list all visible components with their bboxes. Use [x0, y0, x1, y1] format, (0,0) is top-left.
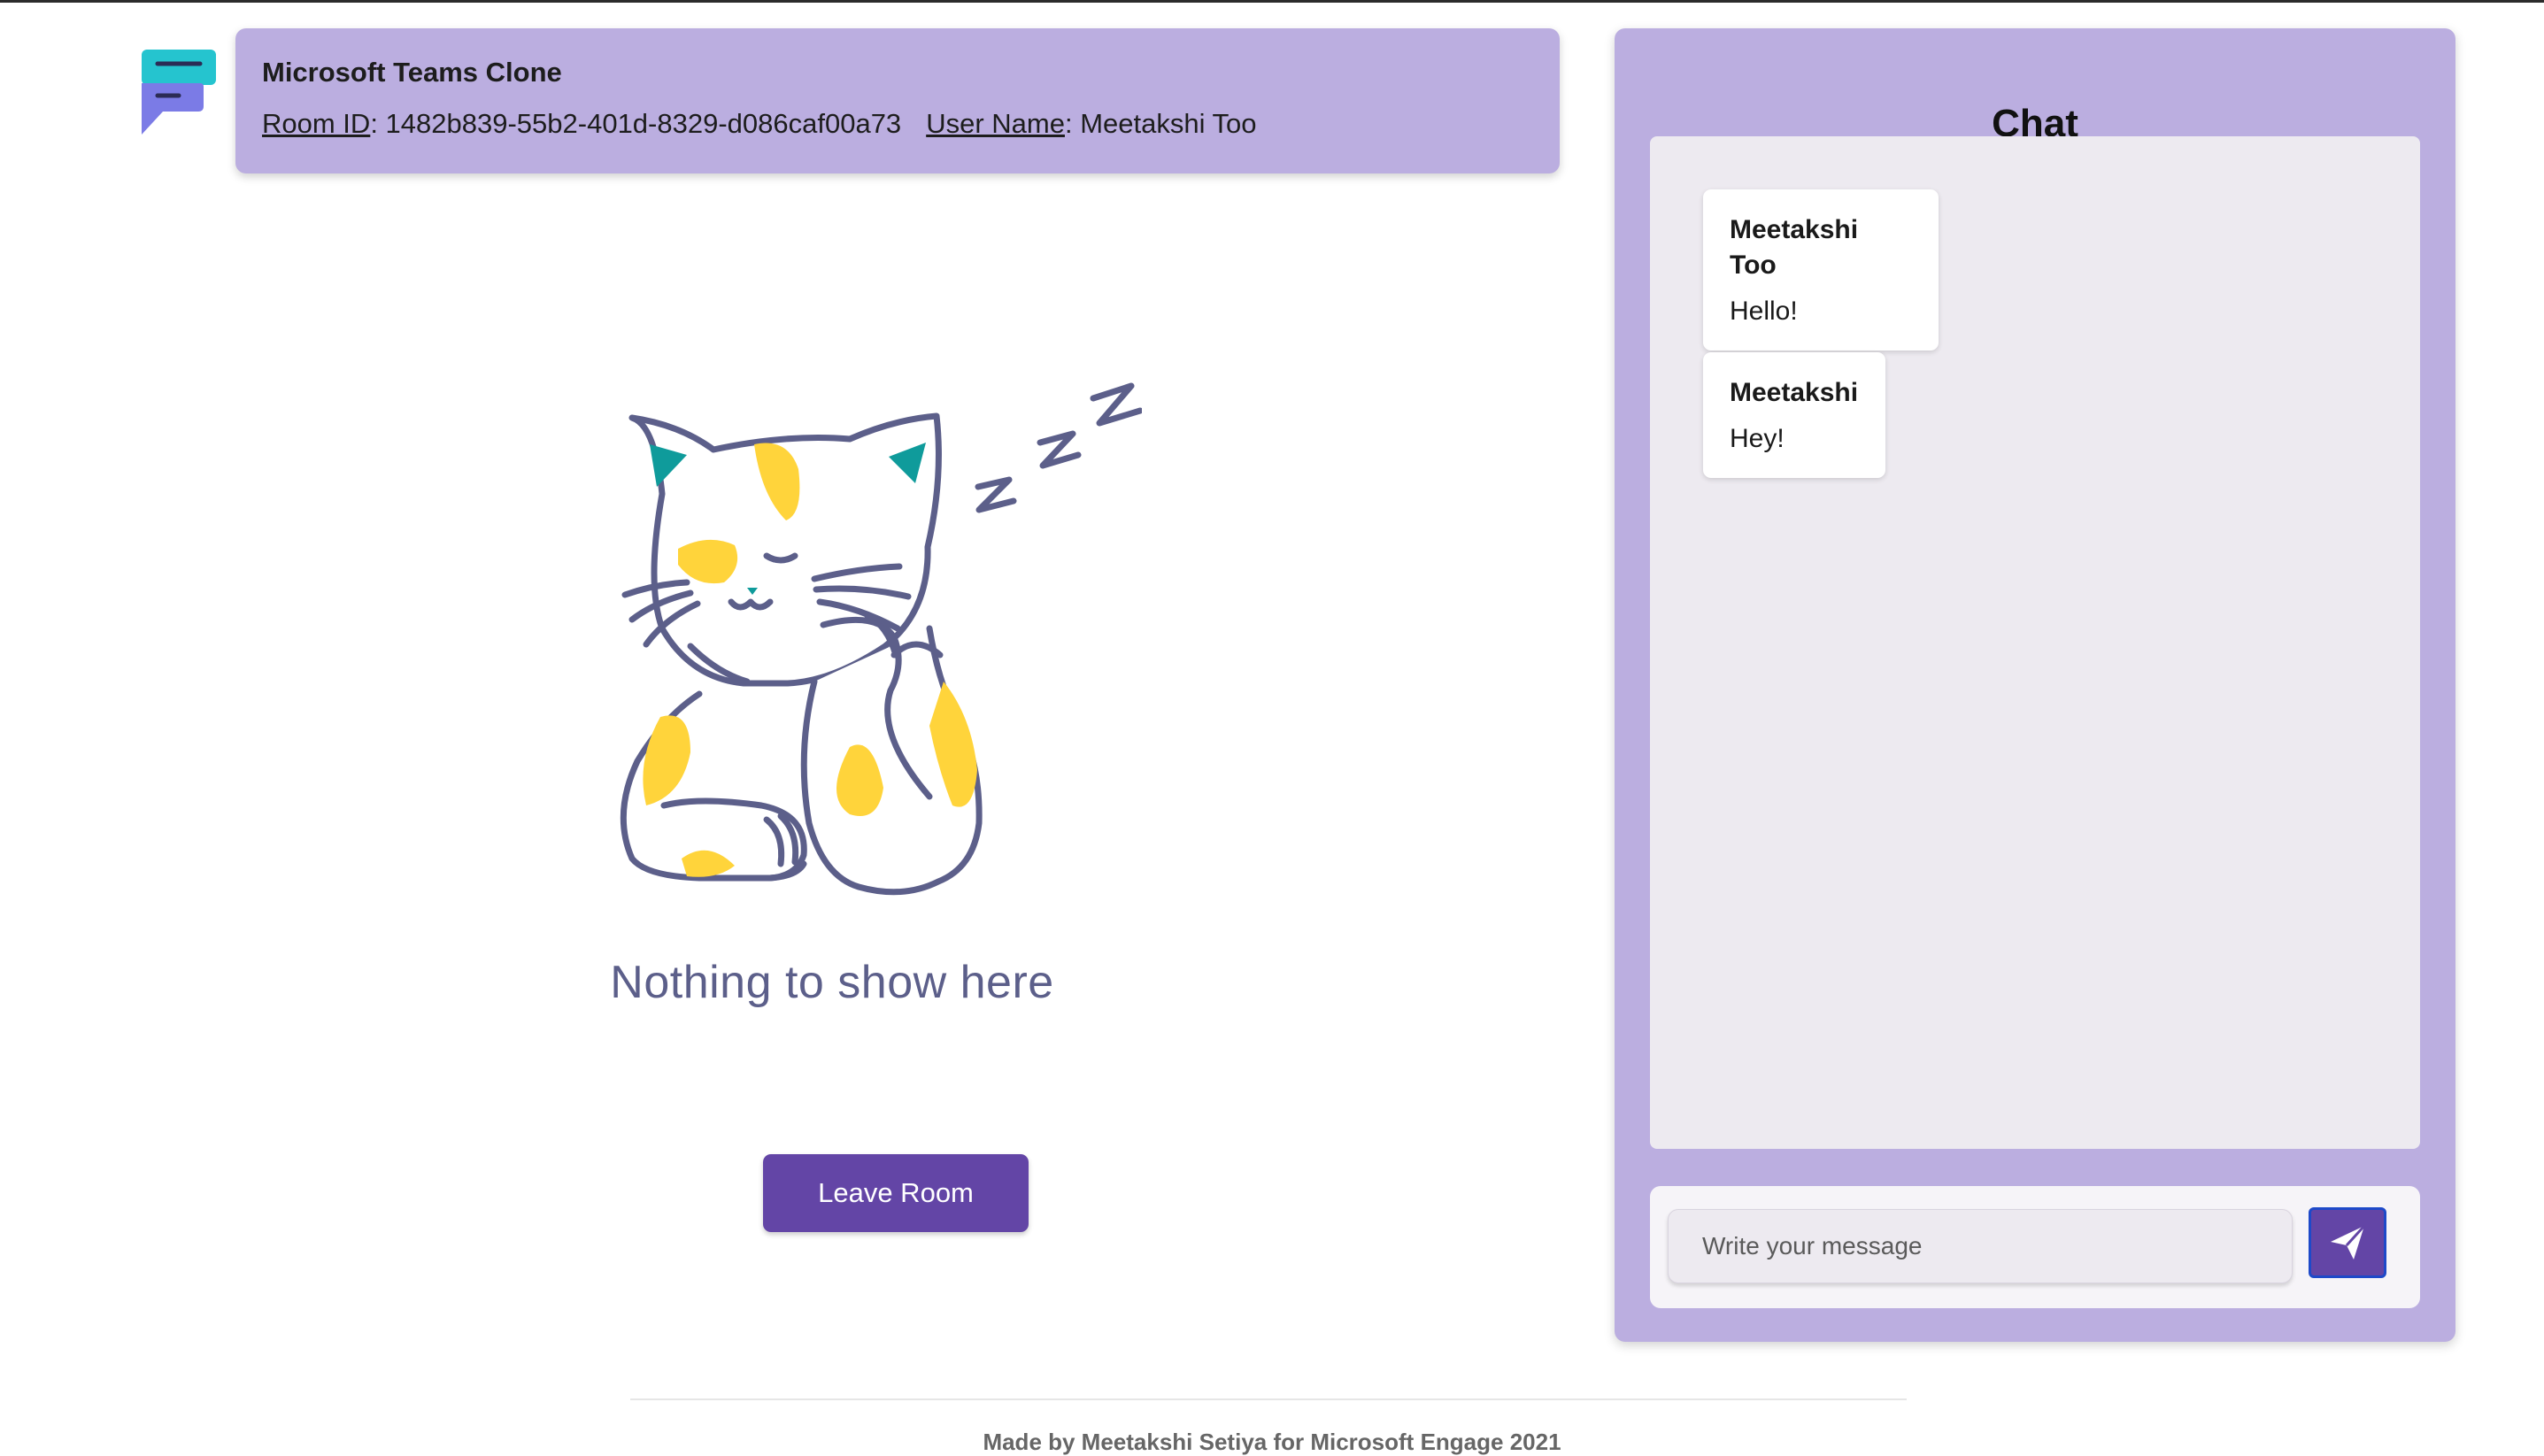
- chat-panel: Chat Meetakshi Too Hello! Meetakshi Hey!: [1615, 28, 2455, 1342]
- empty-state: Nothing to show here: [558, 345, 1142, 1018]
- message-composer: [1650, 1186, 2420, 1308]
- room-meta: Room ID: 1482b839-55b2-401d-8329-d086caf…: [262, 108, 1257, 139]
- footer-credit: Made by Meetakshi Setiya for Microsoft E…: [983, 1429, 1561, 1455]
- user-name-label: User Name: [926, 108, 1065, 139]
- message-text: Hello!: [1730, 297, 1798, 326]
- chat-message: Meetakshi Too Hello!: [1703, 189, 1939, 351]
- send-button[interactable]: [2309, 1207, 2386, 1278]
- empty-state-message: Nothing to show here: [610, 957, 1054, 1008]
- chat-messages[interactable]: Meetakshi Too Hello! Meetakshi Hey!: [1650, 136, 2420, 1149]
- footer-divider: [630, 1398, 1907, 1400]
- paper-plane-icon: [2331, 1224, 2366, 1260]
- window-top-border: [0, 0, 2544, 3]
- room-id-label: Room ID: [262, 108, 371, 139]
- message-sender: Meetakshi: [1730, 378, 1859, 407]
- chat-message: Meetakshi Hey!: [1703, 352, 1885, 478]
- app-logo-icon: [142, 50, 216, 135]
- message-input[interactable]: [1668, 1209, 2293, 1283]
- message-sender: Meetakshi Too: [1730, 215, 1859, 280]
- app-title: Microsoft Teams Clone: [262, 57, 562, 88]
- room-id-value: 1482b839-55b2-401d-8329-d086caf00a73: [385, 108, 902, 139]
- room-header: Microsoft Teams Clone Room ID: 1482b839-…: [235, 28, 1560, 173]
- sleeping-cat-illustration: [620, 382, 1142, 896]
- user-name-value: Meetakshi Too: [1080, 108, 1257, 139]
- message-text: Hey!: [1730, 424, 1785, 453]
- leave-room-button[interactable]: Leave Room: [763, 1154, 1029, 1232]
